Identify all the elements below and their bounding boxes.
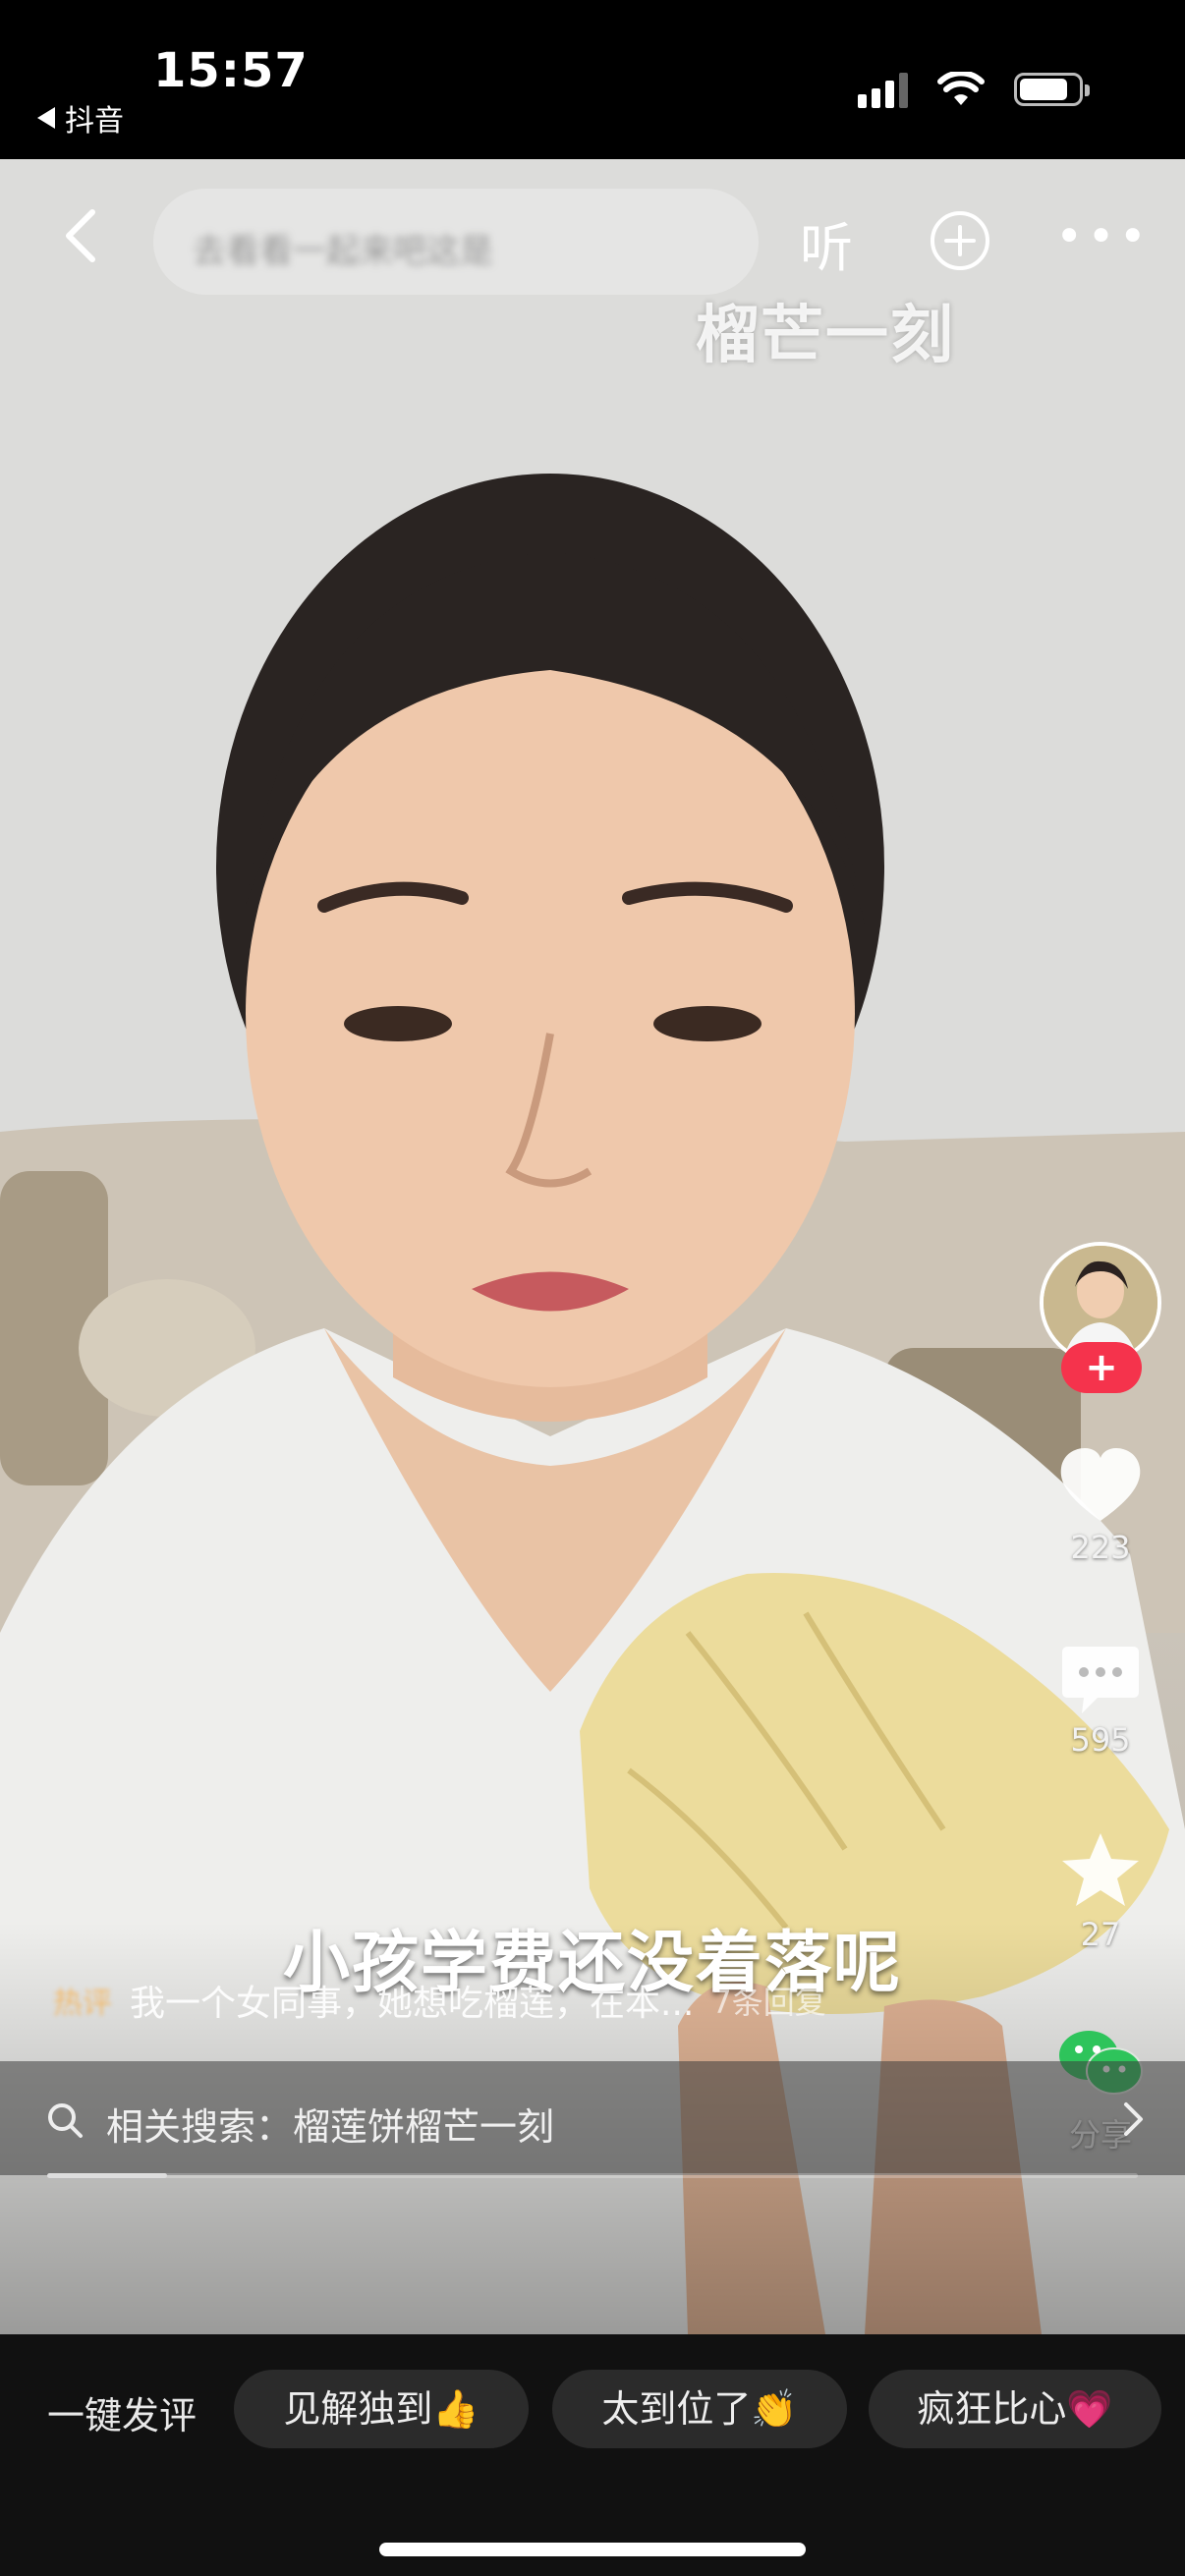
hot-comment-tag: 热评 [53,1987,112,2021]
search-placeholder: 去看看一起来吧这是 [193,232,493,271]
chevron-right-icon [1124,2102,1143,2136]
video-watermark: 榴芒一刻 [696,300,955,372]
comment-count: 595 [1070,1721,1131,1759]
status-time: 15:57 [153,43,309,98]
quick-comment-chip[interactable]: 见解独到👍 [234,2370,529,2448]
home-indicator[interactable] [379,2543,806,2556]
quick-comment-chip[interactable]: 疯狂比心💗 [869,2370,1161,2448]
more-options-icon[interactable]: ••• [1055,213,1151,260]
quick-comment-chip[interactable]: 太到位了👏 [552,2370,847,2448]
star-icon [1062,1833,1139,1906]
top-bar: 去看看一起来吧这是 听 ••• [0,159,1185,316]
video-progress-bar[interactable] [47,2173,1138,2178]
search-icon [48,2103,83,2138]
like-count: 223 [1070,1529,1131,1566]
back-app-label: 抖音 [65,104,124,139]
video-progress-fill [47,2173,168,2178]
back-triangle-icon [37,107,55,129]
hot-comment-replies[interactable]: 7条回复 [711,1978,825,2023]
status-icons [858,71,1090,108]
listen-button[interactable]: 听 [800,204,853,282]
battery-icon [1014,73,1090,106]
search-box[interactable]: 去看看一起来吧这是 [153,189,759,295]
status-bar: 15:57 抖音 [0,0,1185,159]
quick-comment-bar: 一键发评 见解独到👍 太到位了👏 疯狂比心💗 [0,2334,1185,2576]
cellular-signal-icon [858,71,908,108]
add-circle-icon[interactable] [930,210,990,271]
like-action[interactable]: 223 [1032,1446,1169,1566]
quick-comment-label: 一键发评 [47,2394,198,2437]
wifi-icon [937,72,985,105]
comment-action[interactable]: 595 [1032,1643,1169,1759]
back-to-app-button[interactable]: 抖音 [37,96,124,140]
hot-comment-text: 我一个女同事，她想吃榴莲，在本... [130,1984,695,2024]
related-search-text: 相关搜索：榴莲饼榴芒一刻 [106,2105,555,2149]
battery-fill [1020,79,1068,100]
back-chevron-icon[interactable] [57,206,106,265]
follow-button[interactable]: + [1061,1342,1142,1393]
related-search-bar[interactable]: 相关搜索：榴莲饼榴芒一刻 [0,2061,1185,2175]
comment-bubble-icon [1062,1647,1139,1713]
heart-icon [1060,1448,1141,1521]
hot-comment-preview[interactable]: 热评 我一个女同事，她想吃榴莲，在本... 7条回复 [53,1975,826,2026]
